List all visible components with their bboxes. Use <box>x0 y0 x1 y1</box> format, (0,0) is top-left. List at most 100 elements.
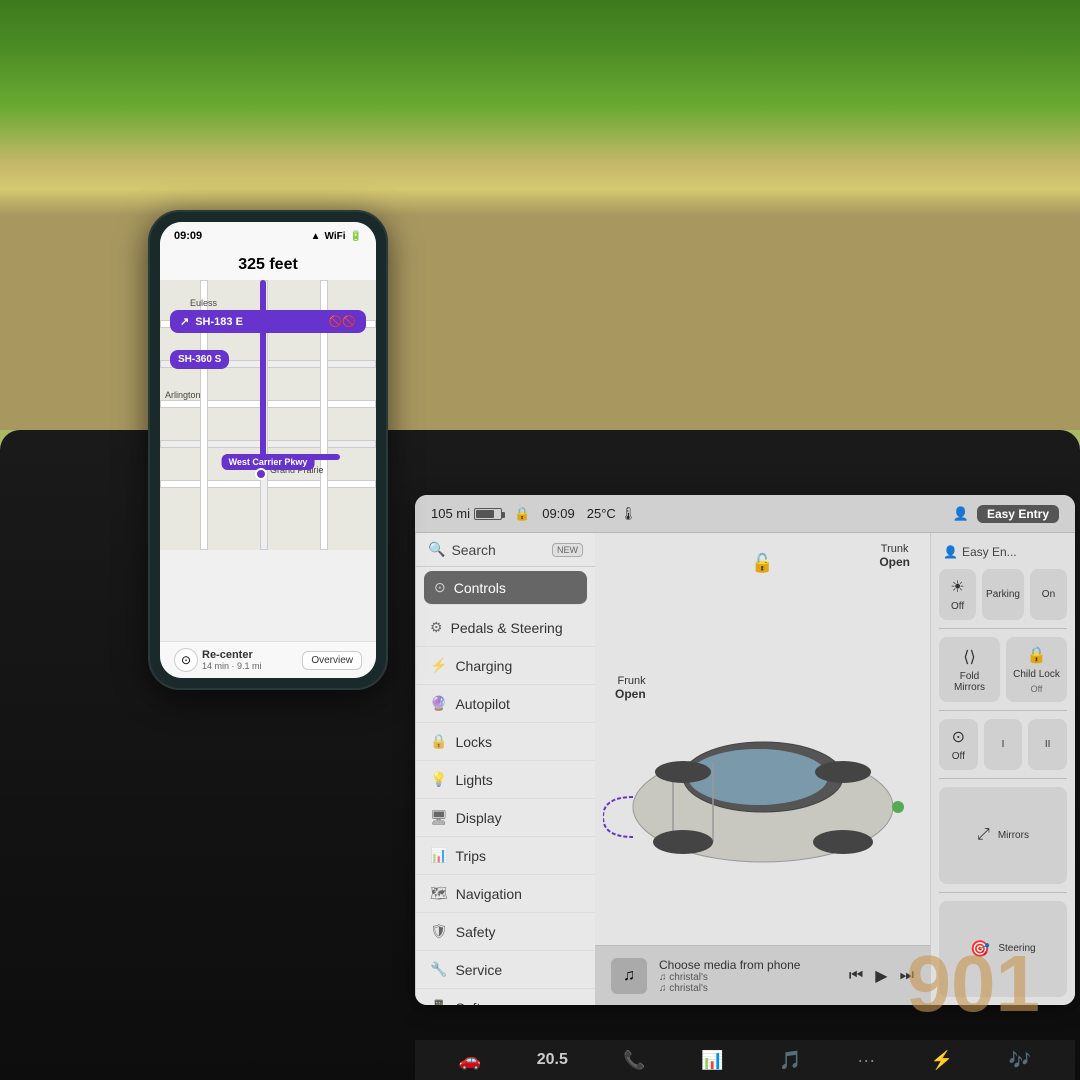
safety-icon: 🛡 <box>430 923 448 940</box>
menu-item-charging[interactable]: ⚡ Charging <box>416 647 595 685</box>
trunk-label: Trunk Open <box>879 543 910 569</box>
more-dots-icon[interactable]: ··· <box>857 1050 875 1071</box>
nav-distance: 325 feet <box>238 256 298 274</box>
car-image <box>603 687 923 892</box>
menu-item-locks[interactable]: 🔒 Locks <box>416 723 595 761</box>
location-dot <box>255 468 267 480</box>
parking-lights-button[interactable]: Parking <box>982 569 1024 620</box>
tesla-screen: 105 mi 🔒 09:09 25°C 🌡 👤 Easy Entry 🔍 Sea… <box>415 495 1075 1005</box>
recenter-info: Re-center 14 min · 9.1 mi <box>202 649 262 671</box>
phone-status-bar: 09:09 ▲ WiFi 🔋 <box>160 222 376 250</box>
lights-label: Lights <box>455 772 492 788</box>
trips-label: Trips <box>455 848 486 864</box>
vent-off-icon: ⊙ <box>952 727 965 747</box>
speed-display: 20.5 <box>537 1051 568 1069</box>
menu-item-software[interactable]: 📱 Software <box>416 989 595 1005</box>
direction-banner-2: SH-360 S <box>170 350 229 369</box>
city-label-arlington: Arlington <box>165 390 201 400</box>
lock-child-icon: 🔒 <box>1027 645 1047 665</box>
media-info: Choose media from phone ♫ christal's ♫ c… <box>659 958 837 994</box>
temp-item: 25°C 🌡 <box>587 506 637 522</box>
battery-icon: 🔋 <box>350 231 362 242</box>
recenter-circle[interactable]: ⊙ <box>174 648 198 672</box>
phone-container: 09:09 ▲ WiFi 🔋 325 feet <box>148 210 388 690</box>
time-item: 09:09 <box>542 506 575 521</box>
music2-icon[interactable]: 🎶 <box>1009 1050 1031 1071</box>
menu-item-autopilot[interactable]: 🔮 Autopilot <box>416 685 595 723</box>
menu-item-navigation[interactable]: 🗺 Navigation <box>416 875 595 913</box>
lights-row: ☀ Off Parking On <box>939 569 1067 620</box>
distance-item: 105 mi <box>431 506 502 521</box>
menu-item-display[interactable]: 🖥 Display <box>416 799 595 837</box>
music-icon[interactable]: 🎵 <box>779 1050 801 1071</box>
city-label-euless: Euless <box>190 298 217 308</box>
search-bar[interactable]: 🔍 Search NEW <box>416 533 595 567</box>
wifi-icon: WiFi <box>325 231 346 242</box>
trunk-open-status: Open <box>879 555 910 569</box>
map-road <box>160 440 376 448</box>
search-new-badge: NEW <box>552 543 583 557</box>
profile-label: Easy En... <box>962 545 1017 559</box>
fold-mirrors-button[interactable]: ⟨⟩ Fold Mirrors <box>939 637 1000 702</box>
controls-sidebar: 🔍 Search NEW ⊙ Controls ⚙ Pedals & Steer… <box>415 533 595 1005</box>
pedals-label: Pedals & Steering <box>451 620 563 636</box>
mirrors-fold-icon: ⟨⟩ <box>963 647 975 667</box>
speed-row: ⊙ Off I II <box>939 719 1067 770</box>
menu-item-trips[interactable]: 📊 Trips <box>416 837 595 875</box>
phone-frame: 09:09 ▲ WiFi 🔋 325 feet <box>148 210 388 690</box>
prev-track-button[interactable]: ⏮ <box>849 967 863 985</box>
navigation-label: Navigation <box>456 886 522 902</box>
autopilot-icon: 🔮 <box>430 695 447 712</box>
speed-2-button[interactable]: II <box>1028 719 1067 770</box>
play-button[interactable]: ▶ <box>875 966 887 986</box>
lights-off-button[interactable]: ☀ Off <box>939 569 976 620</box>
phone-screen: 09:09 ▲ WiFi 🔋 325 feet <box>160 222 376 678</box>
menu-item-service[interactable]: 🔧 Service <box>416 951 595 989</box>
car-icon[interactable]: 🚗 <box>459 1050 481 1071</box>
mode-controls: 👤 Easy Entry <box>953 505 1059 523</box>
phone-icon[interactable]: 📞 <box>623 1050 645 1071</box>
trips-icon: 📊 <box>430 847 447 864</box>
search-text: Search <box>451 542 546 558</box>
divider-3 <box>939 778 1067 779</box>
charging-icon: ⚡ <box>430 657 447 674</box>
menu-item-controls[interactable]: ⊙ Controls <box>424 571 587 605</box>
phone-nav-header: 325 feet <box>160 250 376 280</box>
lights-icon: 💡 <box>430 771 447 788</box>
direction-label-2: SH-360 S <box>178 354 221 365</box>
media-subtitle-2: ♫ christal's <box>659 983 837 994</box>
mirrors-button[interactable]: ⤢ Mirrors <box>939 787 1067 884</box>
menu-item-safety[interactable]: 🛡 Safety <box>416 913 595 951</box>
overview-button[interactable]: Overview <box>302 651 362 670</box>
phone-bottom-bar: ⊙ Re-center 14 min · 9.1 mi Overview <box>160 641 376 678</box>
watermark: 901 <box>907 938 1040 1030</box>
speed-1-button[interactable]: I <box>984 719 1023 770</box>
menu-item-pedals[interactable]: ⚙ Pedals & Steering <box>416 609 595 647</box>
charging-label: Charging <box>455 658 512 674</box>
lights-on-button[interactable]: On <box>1030 569 1067 620</box>
media-subtitle-1: ♫ christal's <box>659 972 837 983</box>
speed-off-button[interactable]: ⊙ Off <box>939 719 978 770</box>
child-lock-button[interactable]: 🔒 Child Lock Off <box>1006 637 1067 702</box>
bluetooth-icon[interactable]: ⚡ <box>931 1050 953 1071</box>
mirror-adjust-icon: ⤢ <box>977 826 990 844</box>
person-icon: 👤 <box>953 506 969 522</box>
media-controls: ⏮ ▶ ⏭ <box>849 966 914 986</box>
divider-2 <box>939 710 1067 711</box>
safety-label: Safety <box>456 924 496 940</box>
locks-label: Locks <box>455 734 492 750</box>
direction-banner-1: ↗ SH-183 E 🚫🚫 <box>170 310 366 333</box>
software-label: Software <box>455 1000 510 1006</box>
frunk-title: Frunk <box>615 675 646 687</box>
equalizer-icon[interactable]: 📊 <box>701 1050 723 1071</box>
phone-map[interactable]: Euless Arlington Grand Prairie ↗ SH-183 … <box>160 280 376 550</box>
software-icon: 📱 <box>430 999 447 1005</box>
lock-overlay-icon: 🔓 <box>751 553 773 574</box>
destination-pin: West Carrier Pkwy <box>222 454 315 470</box>
arrow-icon: ↗ <box>180 315 189 328</box>
navigation-icon: 🗺 <box>430 885 448 902</box>
locks-icon: 🔒 <box>430 733 447 750</box>
easy-entry-btn[interactable]: Easy Entry <box>977 505 1059 523</box>
menu-item-lights[interactable]: 💡 Lights <box>416 761 595 799</box>
service-label: Service <box>455 962 502 978</box>
